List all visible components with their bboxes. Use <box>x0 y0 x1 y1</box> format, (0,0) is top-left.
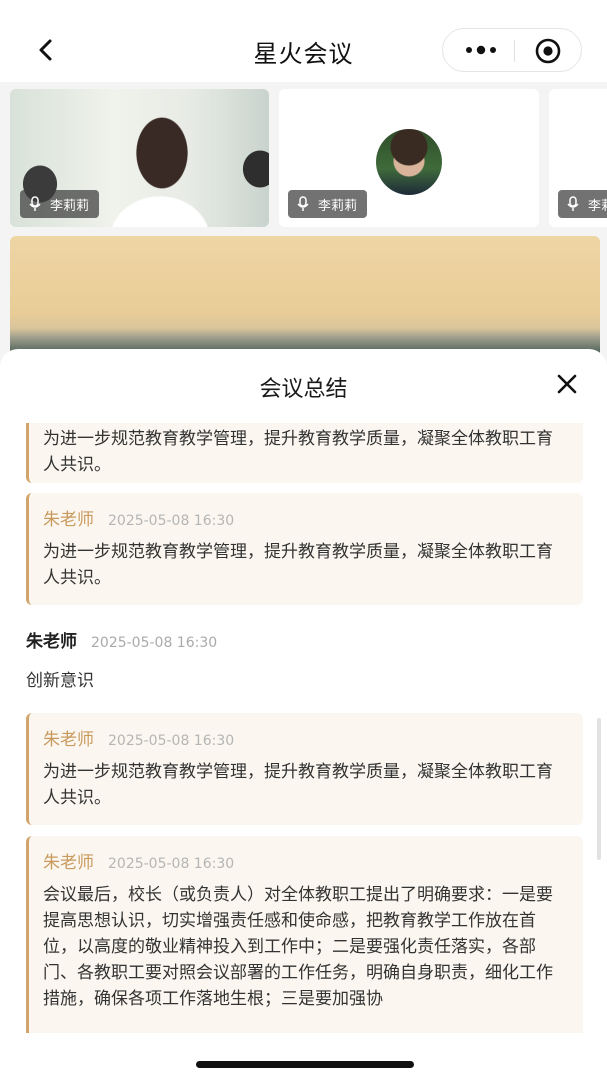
timestamp: 2025-05-08 16:30 <box>108 856 235 872</box>
microphone-icon <box>29 196 41 211</box>
participant-name-tag: 李莉莉 <box>20 190 100 218</box>
close-miniprogram-icon[interactable] <box>533 37 563 65</box>
summary-text: 为进一步规范教育教学管理，提升教育教学质量，凝聚全体教职工育人共识。 <box>43 429 553 475</box>
home-indicator[interactable] <box>196 1061 414 1068</box>
author-name: 朱老师 <box>43 853 94 873</box>
summary-card: 朱老师 2025-05-08 16:30 为进一步规范教育教学管理，提升教育教学… <box>26 713 583 825</box>
summary-feed[interactable]: 为进一步规范教育教学管理，提升教育教学质量，凝聚全体教职工育人共识。 朱老师 2… <box>0 423 607 1033</box>
timestamp: 2025-05-08 16:30 <box>108 513 235 529</box>
comment-text: 创新意识 <box>26 671 94 691</box>
summary-sheet: 会议总结 为进一步规范教育教学管理，提升教育教学质量，凝聚全体教职工育人共识。 … <box>0 349 607 1080</box>
participant-name: 李莉莉 <box>588 198 607 214</box>
participant-tile[interactable]: 李莉莉 <box>549 89 607 227</box>
timestamp: 2025-05-08 16:30 <box>91 635 218 651</box>
scrollbar[interactable] <box>597 718 601 860</box>
more-icon[interactable] <box>461 39 501 61</box>
author-name: 朱老师 <box>43 730 94 750</box>
summary-card: 为进一步规范教育教学管理，提升教育教学质量，凝聚全体教职工育人共识。 <box>26 423 583 483</box>
close-icon[interactable] <box>556 373 578 395</box>
capsule-divider <box>514 40 515 62</box>
timestamp: 2025-05-08 16:30 <box>108 733 235 749</box>
author-name: 朱老师 <box>43 510 94 530</box>
summary-text: 为进一步规范教育教学管理，提升教育教学质量，凝聚全体教职工育人共识。 <box>43 542 553 588</box>
participant-name: 李莉莉 <box>50 198 90 214</box>
participant-tile[interactable]: 李莉莉 <box>279 89 539 227</box>
participant-tile[interactable]: 李莉莉 <box>10 89 269 227</box>
mini-program-capsule <box>442 28 582 72</box>
microphone-icon <box>567 196 579 211</box>
avatar <box>376 129 442 195</box>
summary-card: 朱老师 2025-05-08 16:30 为进一步规范教育教学管理，提升教育教学… <box>26 493 583 605</box>
comment-item: 朱老师 2025-05-08 16:30 创新意识 <box>26 627 583 691</box>
summary-card: 朱老师 2025-05-08 16:30 会议最后，校长（或负责人）对全体教职工… <box>26 836 583 1033</box>
participant-name-tag: 李莉莉 <box>558 190 607 218</box>
top-bar: 星火会议 <box>0 0 607 82</box>
microphone-icon <box>297 196 309 211</box>
author-name: 朱老师 <box>26 632 77 652</box>
summary-text: 会议最后，校长（或负责人）对全体教职工提出了明确要求：一是要提高思想认识，切实增… <box>43 885 553 1009</box>
summary-text: 为进一步规范教育教学管理，提升教育教学质量，凝聚全体教职工育人共识。 <box>43 762 553 808</box>
sheet-title: 会议总结 <box>259 377 348 402</box>
participant-name-tag: 李莉莉 <box>288 190 368 218</box>
participant-name: 李莉莉 <box>318 198 358 214</box>
